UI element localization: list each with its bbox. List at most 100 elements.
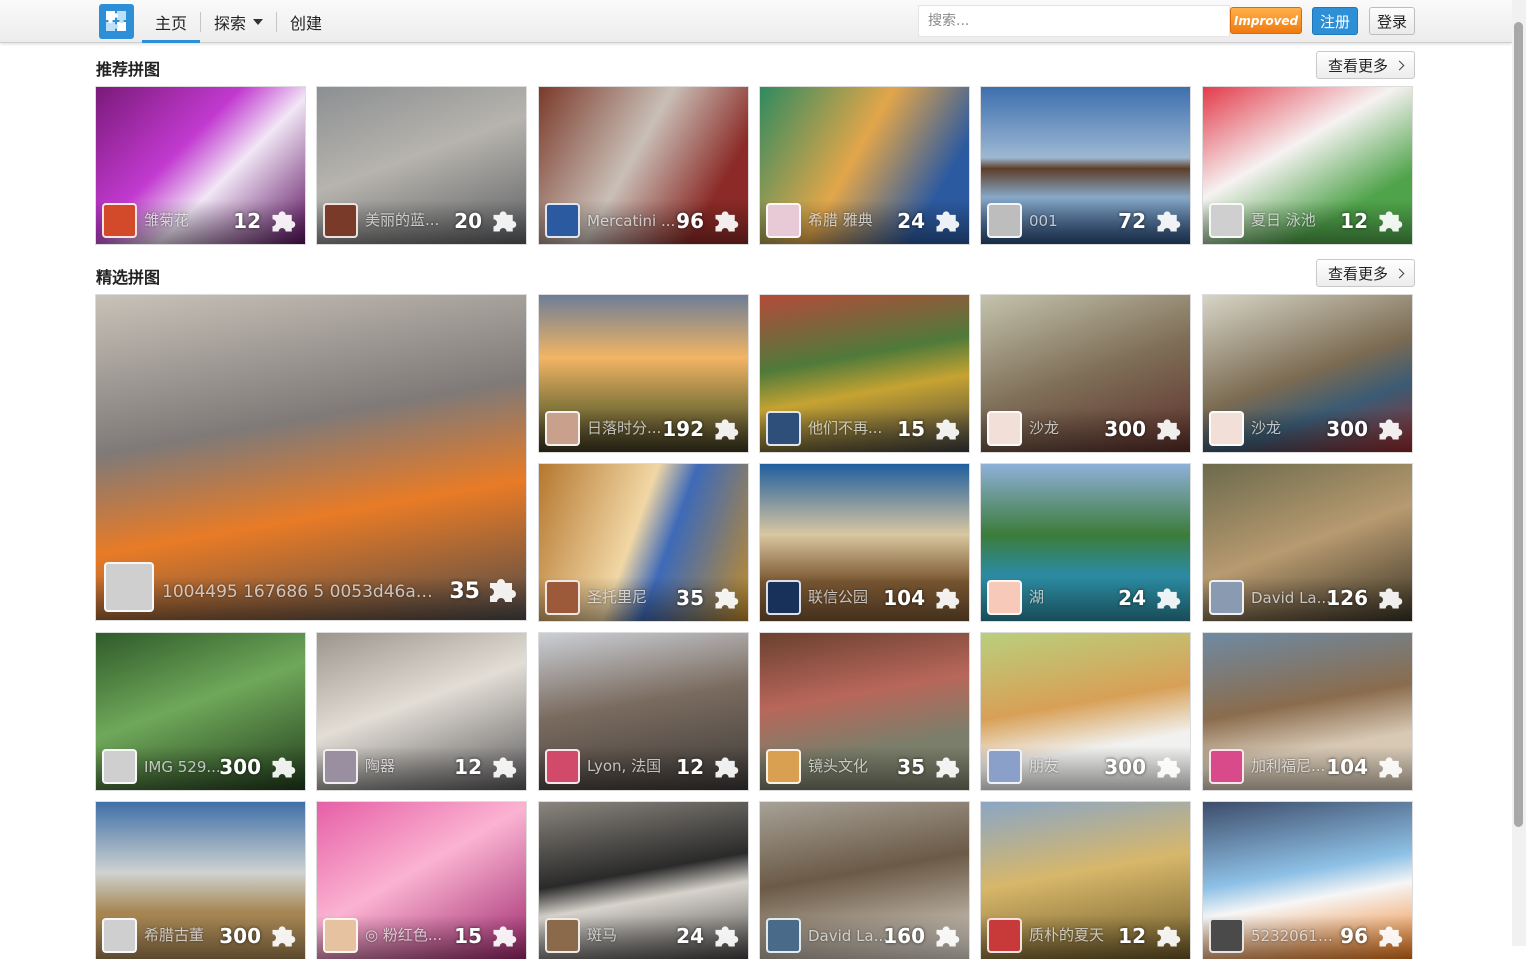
author-avatar[interactable] [323,918,358,953]
author-avatar[interactable] [766,203,801,238]
puzzle-tile[interactable]: 夏日 泳池 12 [1203,87,1412,244]
puzzle-piece-icon [1154,207,1182,235]
piece-count: 160 [883,924,925,948]
author-avatar[interactable] [102,749,137,784]
piece-count: 72 [1118,209,1146,233]
author-avatar[interactable] [323,749,358,784]
author-avatar[interactable] [1209,580,1244,615]
author-avatar[interactable] [323,203,358,238]
puzzle-tile[interactable]: 沙龙 300 [981,295,1190,452]
puzzle-title: 希腊古董 [144,926,205,944]
author-avatar[interactable] [766,580,801,615]
puzzle-title: IMG 529... [144,758,221,776]
author-avatar[interactable] [987,918,1022,953]
author-avatar[interactable] [987,411,1022,446]
author-avatar[interactable] [545,411,580,446]
puzzle-tile[interactable]: 湖 24 [981,464,1190,621]
nav-create-label: 创建 [290,13,323,33]
puzzle-tile[interactable]: Mercatini ... 96 [539,87,748,244]
puzzle-tile[interactable]: 523206140...96 [1203,802,1412,959]
puzzle-piece-icon [712,207,740,235]
nav-home-label: 主页 [155,13,188,33]
puzzle-tile[interactable]: 质朴的夏天 12 [981,802,1190,959]
piece-count: 15 [897,417,925,441]
puzzle-tile[interactable]: 镜头文化 35 [760,633,969,790]
puzzle-tile[interactable]: 希腊 雅典 24 [760,87,969,244]
puzzle-tile[interactable]: 雏菊花 12 [96,87,305,244]
puzzle-title: Mercatini ... [587,212,676,230]
puzzle-tile[interactable]: 陶器 12 [317,633,526,790]
puzzle-tile[interactable]: ◎ 粉红色... 15 [317,802,526,959]
puzzle-title: 523206140... [1251,927,1340,945]
author-avatar[interactable] [987,203,1022,238]
featured-see-more-button[interactable]: 查看更多 [1316,259,1415,287]
author-avatar[interactable] [102,918,137,953]
author-avatar[interactable] [545,749,580,784]
puzzle-tile[interactable]: 001 72 [981,87,1190,244]
piece-count: 104 [883,586,925,610]
recommended-see-more-button[interactable]: 查看更多 [1316,51,1415,79]
improved-badge[interactable]: Improved [1230,7,1302,34]
nav-explore-label: 探索 [214,13,247,33]
nav-create[interactable]: 创建 [277,0,335,43]
puzzle-tile[interactable]: 他们不再... 15 [760,295,969,452]
author-avatar[interactable] [102,203,137,238]
author-avatar[interactable] [1209,749,1244,784]
puzzle-tile[interactable]: IMG 529... 300 [96,633,305,790]
puzzle-tile[interactable]: 朋友 300 [981,633,1190,790]
scrollbar-thumb[interactable] [1514,22,1523,827]
puzzle-title: 斑马 [587,926,618,944]
puzzle-tile[interactable]: 日落时分... 192 [539,295,748,452]
piece-count: 96 [676,209,704,233]
login-button[interactable]: 登录 [1369,7,1415,35]
puzzle-piece-icon [712,753,740,781]
puzzle-piece-icon [1154,415,1182,443]
site-logo-puzzle-icon[interactable] [99,4,134,39]
piece-count: 12 [233,209,261,233]
author-avatar[interactable] [766,411,801,446]
search-input[interactable] [918,5,1230,37]
puzzle-tile[interactable]: 圣托里尼 35 [539,464,748,621]
puzzle-tile[interactable]: 斑马 24 [539,802,748,959]
main-nav: 主页 探索 创建 [142,0,335,43]
puzzle-tile[interactable]: 加利福尼... 104 [1203,633,1412,790]
nav-home[interactable]: 主页 [142,0,201,43]
author-avatar[interactable] [766,749,801,784]
author-avatar[interactable] [1209,918,1244,953]
register-button[interactable]: 注册 [1312,7,1358,35]
puzzle-tile[interactable]: 联信公园 104 [760,464,969,621]
puzzle-piece-icon [269,753,297,781]
author-avatar[interactable] [545,203,580,238]
puzzle-tile[interactable]: 美丽的蓝... 20 [317,87,526,244]
see-more-label: 查看更多 [1327,264,1388,283]
puzzle-tile[interactable]: 希腊古董 300 [96,802,305,959]
puzzle-title: 夏日 泳池 [1251,211,1316,229]
author-avatar[interactable] [766,918,801,953]
piece-count: 24 [676,924,704,948]
piece-count: 300 [1104,417,1146,441]
author-avatar[interactable] [545,918,580,953]
piece-count: 20 [454,209,482,233]
piece-count: 300 [219,755,261,779]
piece-count: 12 [676,755,704,779]
author-avatar[interactable] [1209,203,1244,238]
author-avatar[interactable] [545,580,580,615]
piece-count: 35 [897,755,925,779]
top-navigation-bar: 主页 探索 创建 Improved 注册 登录 [0,0,1512,43]
author-avatar[interactable] [104,562,154,612]
nav-explore-dropdown[interactable]: 探索 [201,0,276,43]
puzzle-tile[interactable]: 1004495 167686 5 0053d46a51... 35 [96,295,526,620]
puzzle-tile[interactable]: 沙龙 300 [1203,295,1412,452]
piece-count: 24 [1118,586,1146,610]
puzzle-tile[interactable]: Lyon, 法国 12 [539,633,748,790]
puzzle-piece-icon [933,753,961,781]
puzzle-tile[interactable]: David La... 160 [760,802,969,959]
puzzle-piece-icon [933,415,961,443]
author-avatar[interactable] [987,749,1022,784]
piece-count: 35 [449,579,480,604]
puzzle-tile[interactable]: David La... 126 [1203,464,1412,621]
piece-count: 126 [1326,586,1368,610]
author-avatar[interactable] [1209,411,1244,446]
author-avatar[interactable] [987,580,1022,615]
puzzle-piece-icon [933,584,961,612]
